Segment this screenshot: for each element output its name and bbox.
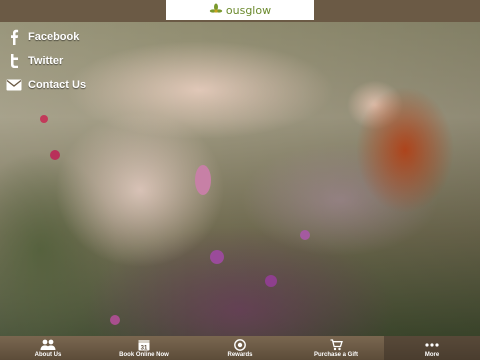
flower <box>265 275 277 287</box>
rewards-icon <box>234 338 246 351</box>
logo-text: ousglow <box>225 3 272 17</box>
flower <box>40 115 48 123</box>
tab-purchase-a-gift-label: Purchase a Gift <box>313 352 358 358</box>
tab-more-label: More <box>424 352 440 358</box>
twitter-label: Twitter <box>28 55 64 67</box>
social-links: Facebook Twitter Contact Us <box>6 25 86 97</box>
twitter-icon <box>6 53 22 69</box>
people-icon <box>40 338 56 351</box>
more-icon <box>425 338 439 351</box>
envelope-icon <box>6 77 22 93</box>
tab-book-online-now[interactable]: 31 Book Online Now <box>96 336 192 360</box>
twitter-link[interactable]: Twitter <box>6 49 86 73</box>
contact-us-label: Contact Us <box>28 79 87 91</box>
header-bar: ousglow <box>0 0 480 22</box>
flower <box>300 230 310 240</box>
bottom-tab-bar: About Us 31 Book Online Now Rewards Purc… <box>0 336 480 360</box>
brand-logo[interactable]: ousglow <box>166 0 314 20</box>
facebook-icon <box>6 29 22 45</box>
facebook-label: Facebook <box>28 31 80 43</box>
tab-more[interactable]: More <box>384 336 480 360</box>
tab-book-online-now-label: Book Online Now <box>119 352 169 358</box>
cart-icon <box>330 338 343 351</box>
flower <box>110 315 120 325</box>
flower <box>195 165 211 195</box>
leaf-logo-icon <box>209 3 223 13</box>
tab-rewards[interactable]: Rewards <box>192 336 288 360</box>
flower <box>50 150 60 160</box>
tab-rewards-label: Rewards <box>227 352 253 358</box>
tab-about-us-label: About Us <box>34 352 62 358</box>
contact-us-link[interactable]: Contact Us <box>6 73 86 97</box>
tab-about-us[interactable]: About Us <box>0 336 96 360</box>
facebook-link[interactable]: Facebook <box>6 25 86 49</box>
calendar-icon: 31 <box>138 338 150 351</box>
calendar-day-text: 31 <box>141 345 148 351</box>
flower <box>210 250 224 264</box>
tab-purchase-a-gift[interactable]: Purchase a Gift <box>288 336 384 360</box>
